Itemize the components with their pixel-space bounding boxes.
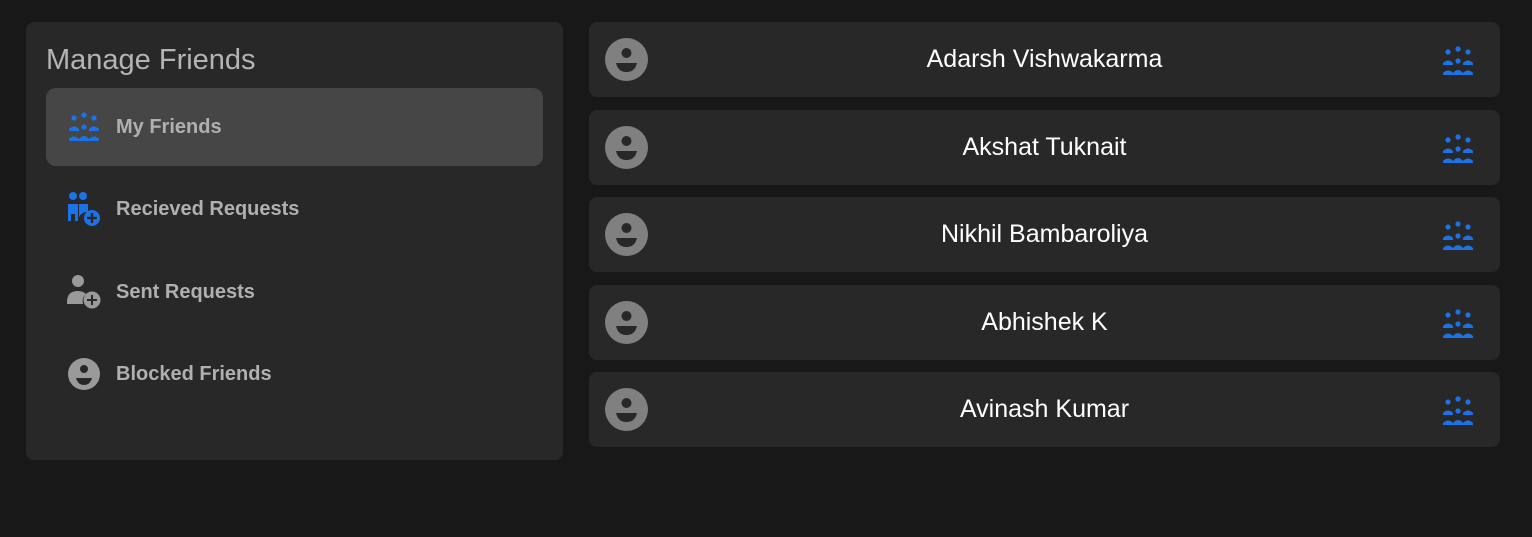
avatar xyxy=(605,388,648,431)
friends-group-icon[interactable] xyxy=(1440,131,1476,167)
avatar xyxy=(605,301,648,344)
avatar xyxy=(605,213,648,256)
friends-group-icon[interactable] xyxy=(1440,306,1476,342)
sent-requests-icon xyxy=(67,275,101,309)
friend-card: Akshat Tuknait xyxy=(589,110,1500,185)
friends-group-icon xyxy=(69,112,99,141)
received-requests-icon xyxy=(68,192,100,226)
friend-name: Akshat Tuknait xyxy=(962,133,1127,161)
sidebar-item-label: Blocked Friends xyxy=(116,363,272,385)
sidebar-item-my-friends[interactable]: My Friends xyxy=(46,88,543,166)
sidebar-item-label: My Friends xyxy=(116,116,222,138)
friend-card: Avinash Kumar xyxy=(589,372,1500,447)
friend-name: Avinash Kumar xyxy=(959,395,1130,423)
manage-friends-sidebar: Manage Friends My Friends Recieved Reque… xyxy=(26,22,563,460)
friend-card: Adarsh Vishwakarma xyxy=(589,22,1500,97)
friend-name: Adarsh Vishwakarma xyxy=(926,45,1163,73)
friends-group-icon[interactable] xyxy=(1440,393,1476,429)
blocked-user-icon xyxy=(68,358,100,390)
sidebar-item-received-requests[interactable]: Recieved Requests xyxy=(46,170,543,248)
sidebar-item-label: Sent Requests xyxy=(116,281,255,303)
avatar xyxy=(605,38,648,81)
friend-name: Nikhil Bambaroliya xyxy=(940,220,1149,248)
sidebar-item-label: Recieved Requests xyxy=(116,198,300,220)
avatar xyxy=(605,126,648,169)
sidebar-title: Manage Friends xyxy=(46,44,256,76)
sidebar-item-blocked-friends[interactable]: Blocked Friends xyxy=(46,335,543,413)
friends-group-icon[interactable] xyxy=(1440,218,1476,254)
sidebar-item-sent-requests[interactable]: Sent Requests xyxy=(46,253,543,331)
friend-name: Abhishek K xyxy=(981,308,1108,336)
friend-card: Nikhil Bambaroliya xyxy=(589,197,1500,272)
friend-card: Abhishek K xyxy=(589,285,1500,360)
friends-group-icon[interactable] xyxy=(1440,43,1476,79)
